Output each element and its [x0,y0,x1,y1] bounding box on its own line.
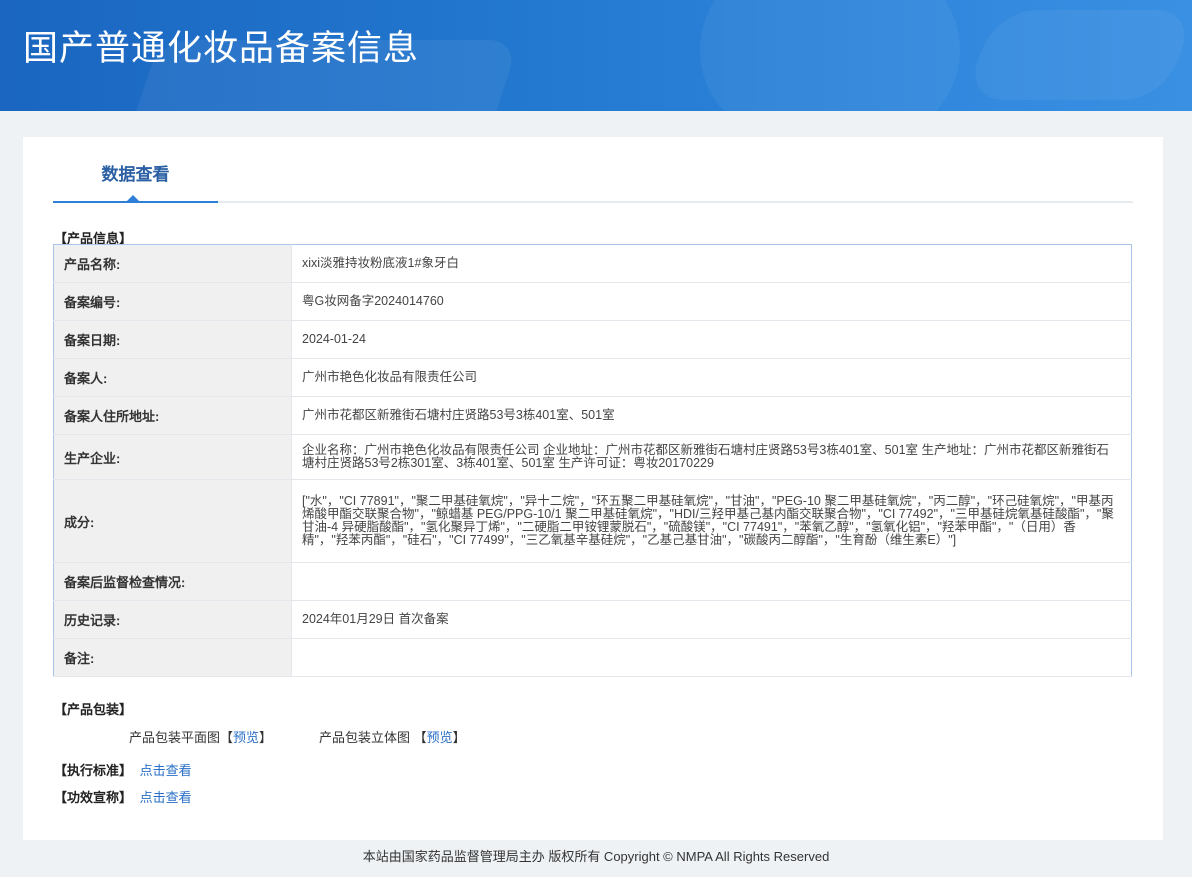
field-value-registrant-address: 广州市花都区新雅街石塘村庄贤路53号3栋401室、501室 [291,396,1132,435]
tab-active-caret-icon [127,195,139,201]
table-row: 生产企业: 企业名称：广州市艳色化妆品有限责任公司 企业地址：广州市花都区新雅街… [53,434,1132,480]
footer-copyright: 本站由国家药品监督管理局主办 版权所有 Copyright © NMPA All… [362,849,830,864]
bracket-close: 】 [259,730,273,745]
table-row: 备案日期: 2024-01-24 [53,320,1132,359]
bracket-open: 【 [413,730,427,745]
bracket-open: 【 [220,730,234,745]
efficacy-row: 【功效宣称】 点击查看 [54,787,192,806]
table-row: 备注: [53,638,1132,677]
efficacy-view-link[interactable]: 点击查看 [140,790,192,805]
tab-data-view[interactable]: 数据查看 [53,137,218,203]
standard-view-link[interactable]: 点击查看 [140,763,192,778]
field-label-ingredients: 成分: [53,479,292,563]
header-banner: 国产普通化妆品备案信息 [0,0,1192,111]
table-row: 历史记录: 2024年01月29日 首次备案 [53,600,1132,639]
field-value-remarks [291,638,1132,677]
table-row: 备案人: 广州市艳色化妆品有限责任公司 [53,358,1132,397]
efficacy-label: 【功效宣称】 [54,790,133,805]
field-label-registration-no: 备案编号: [53,282,292,321]
field-label-remarks: 备注: [53,638,292,677]
field-value-registration-date: 2024-01-24 [291,320,1132,359]
field-value-history: 2024年01月29日 首次备案 [291,600,1132,639]
table-row: 备案后监督检查情况: [53,562,1132,601]
field-value-registration-no: 粤G妆网备字2024014760 [291,282,1132,321]
page-title: 国产普通化妆品备案信息 [23,29,420,69]
standard-label: 【执行标准】 [54,763,133,778]
field-value-product-name: xixi淡雅持妆粉底液1#象牙白 [291,244,1132,283]
field-label-product-name: 产品名称: [53,244,292,283]
banner-decoration [700,0,960,111]
table-row: 备案人住所地址: 广州市花都区新雅街石塘村庄贤路53号3栋401室、501室 [53,396,1132,435]
table-row: 备案编号: 粤G妆网备字2024014760 [53,282,1132,321]
packaging-flat-label: 产品包装平面图 [129,730,221,745]
field-label-history: 历史记录: [53,600,292,639]
standard-row: 【执行标准】 点击查看 [54,760,192,779]
packaging-section-label: 【产品包装】 [54,702,133,717]
field-label-registration-date: 备案日期: [53,320,292,359]
field-value-registrant: 广州市艳色化妆品有限责任公司 [291,358,1132,397]
table-row: 产品名称: xixi淡雅持妆粉底液1#象牙白 [53,244,1132,283]
field-label-manufacturer: 生产企业: [53,434,292,480]
packaging-solid-preview-link[interactable]: 预览 [427,730,453,745]
packaging-flat-preview-link[interactable]: 预览 [233,730,259,745]
tab-bar: 数据查看 [53,137,1133,203]
packaging-solid-item: 产品包装立体图 【预览】 [319,727,466,746]
field-label-registrant: 备案人: [53,358,292,397]
field-value-supervision [291,562,1132,601]
field-label-registrant-address: 备案人住所地址: [53,396,292,435]
banner-decoration [963,10,1192,100]
product-info-table: 产品名称: xixi淡雅持妆粉底液1#象牙白 备案编号: 粤G妆网备字20240… [53,244,1132,677]
field-value-ingredients: ["水"，"CI 77891"，"聚二甲基硅氧烷"，"异十二烷"，"环五聚二甲基… [291,479,1132,563]
packaging-flat-item: 产品包装平面图【预览】 [129,727,272,746]
field-label-supervision: 备案后监督检查情况: [53,562,292,601]
table-row: 成分: ["水"，"CI 77891"，"聚二甲基硅氧烷"，"异十二烷"，"环五… [53,479,1132,563]
packaging-solid-label: 产品包装立体图 [319,730,411,745]
field-value-manufacturer: 企业名称：广州市艳色化妆品有限责任公司 企业地址：广州市花都区新雅街石塘村庄贤路… [291,434,1132,480]
tab-label: 数据查看 [101,165,170,184]
bracket-close: 】 [452,730,466,745]
content-card: 数据查看 【产品信息】 产品名称: xixi淡雅持妆粉底液1#象牙白 备案编号:… [23,137,1163,840]
